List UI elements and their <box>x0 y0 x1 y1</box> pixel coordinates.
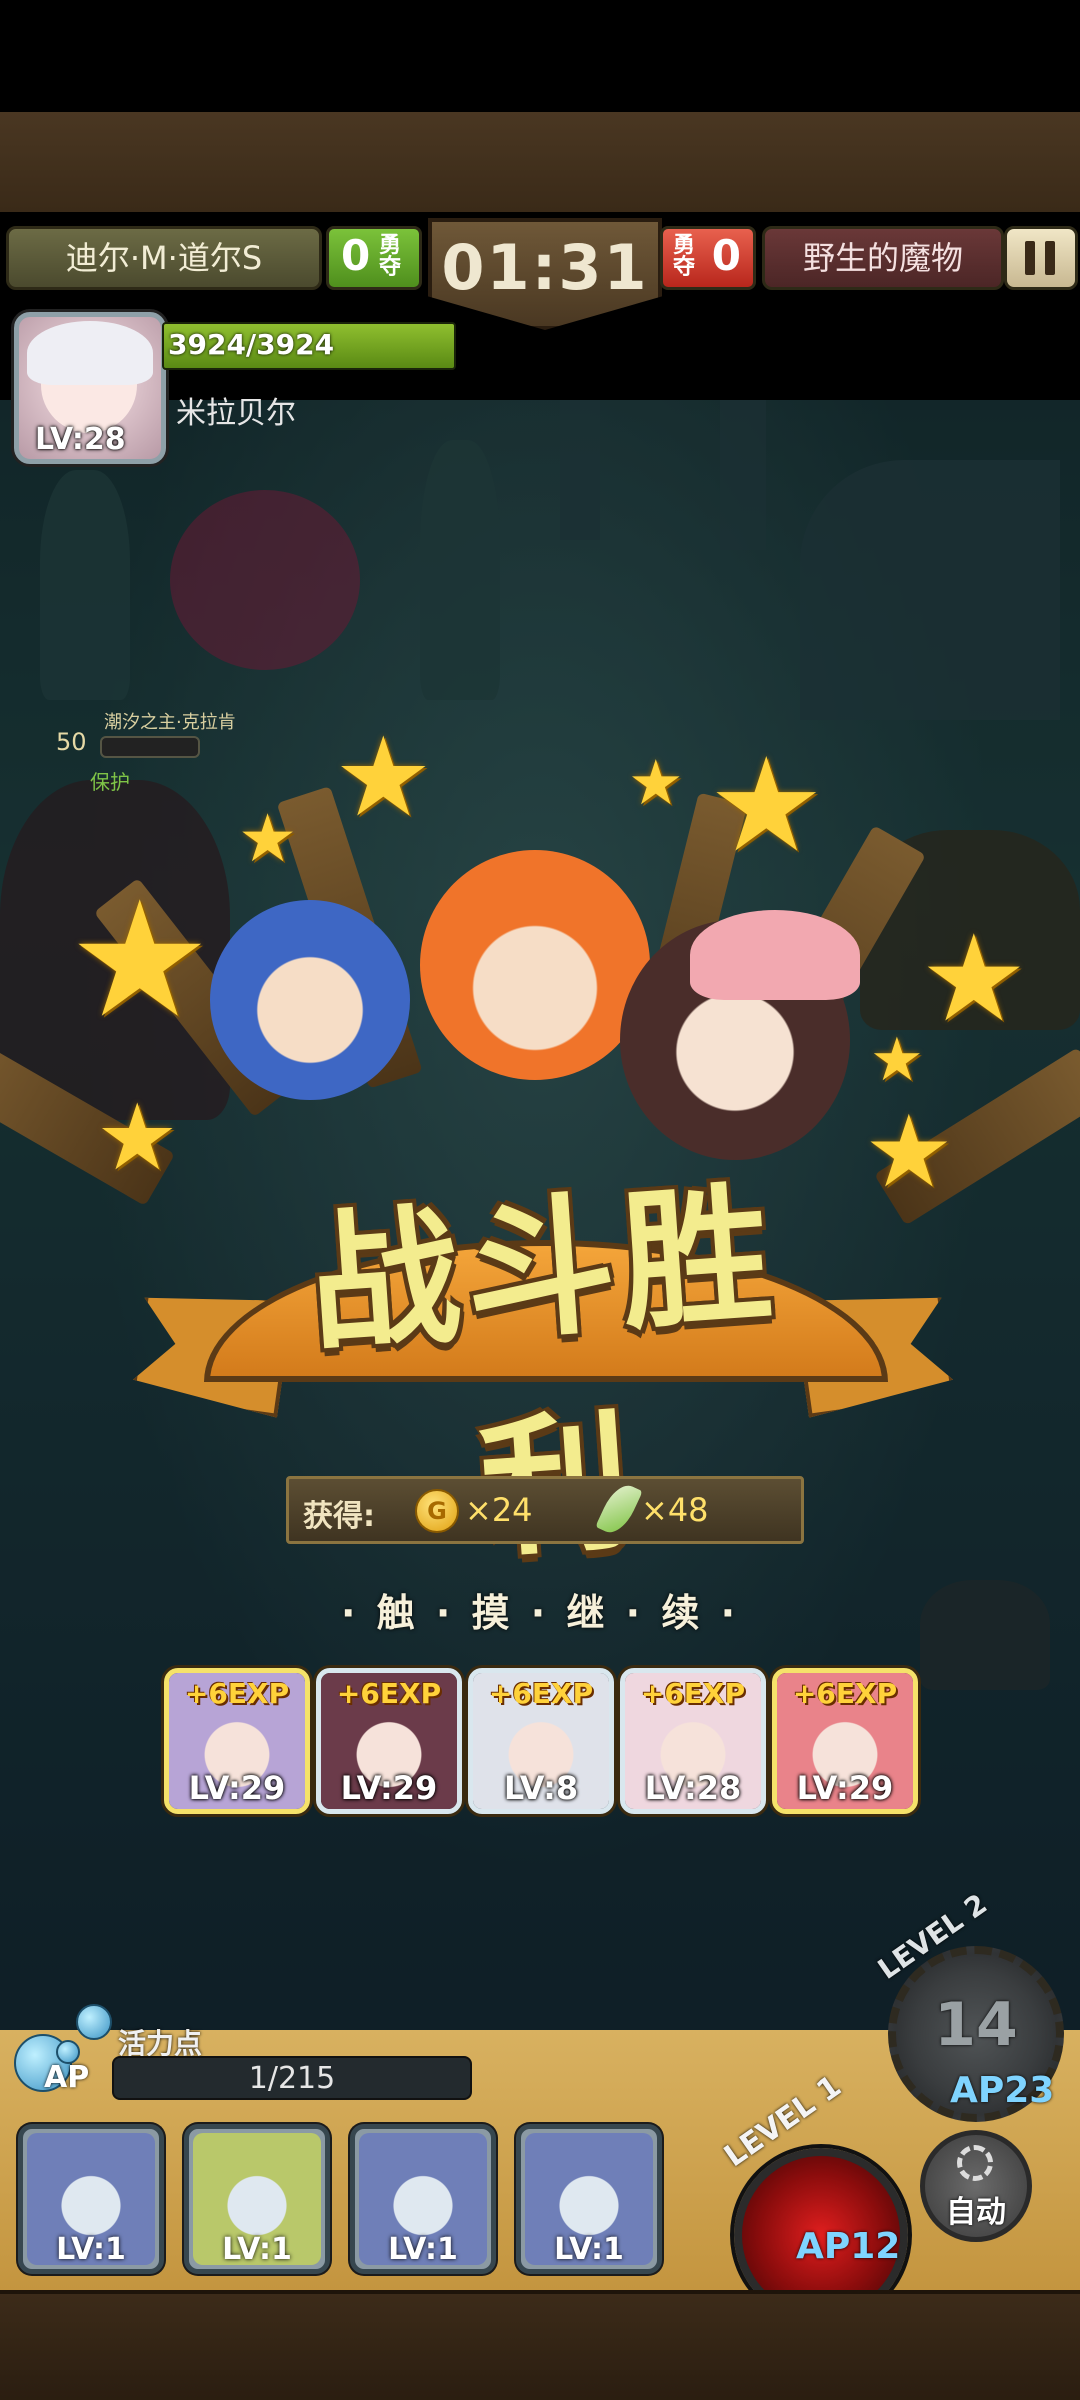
pause-icon <box>1025 241 1035 275</box>
exp-gain: +6EXP <box>336 1677 442 1710</box>
party-member-level: LV:29 <box>188 1769 286 1807</box>
hero-avatar[interactable]: LV:28 <box>14 312 166 464</box>
unit-level: LV:1 <box>388 2232 458 2267</box>
player-score-value: 0 <box>341 231 371 280</box>
party-member-card: +6EXP LV:8 <box>468 1668 614 1814</box>
gear-countdown: 14 <box>934 1990 1018 2060</box>
coin-amount: ×24 <box>465 1491 533 1529</box>
level2-ap-cost: AP23 <box>950 2070 1055 2111</box>
level1-ap-cost: AP12 <box>796 2226 901 2267</box>
party-member-level: LV:29 <box>340 1769 438 1807</box>
wood-frame-bottom <box>0 2290 1080 2400</box>
unit-card[interactable]: LV:1 <box>516 2124 662 2274</box>
hero-name: 米拉贝尔 <box>176 396 296 431</box>
chibi-orange-hair-boy <box>420 850 650 1080</box>
auto-battle-button[interactable]: 自动 <box>920 2130 1032 2242</box>
gold-coin-icon: G <box>415 1489 459 1533</box>
enemy-name-plate: 野生的魔物 <box>762 226 1004 290</box>
star-icon: ★ <box>920 910 1028 1049</box>
hero-level: LV:28 <box>35 422 126 457</box>
status-bar-area <box>0 0 1080 112</box>
tap-to-continue[interactable]: · 触 · 摸 · 继 · 续 · <box>330 1582 750 1637</box>
unit-level: LV:1 <box>56 2232 126 2267</box>
enemy-score: 勇夺 0 <box>660 226 756 290</box>
pink-beret <box>690 910 860 1000</box>
unit-card[interactable]: LV:1 <box>184 2124 330 2274</box>
party-member-card: +6EXP LV:29 <box>772 1668 918 1814</box>
pause-button[interactable] <box>1004 226 1078 290</box>
unit-level: LV:1 <box>554 2232 624 2267</box>
star-icon: ★ <box>708 729 825 881</box>
star-icon: ★ <box>864 1093 954 1210</box>
exp-gain: +6EXP <box>488 1677 594 1710</box>
boss-status: 保护 <box>90 770 130 794</box>
pause-icon <box>1045 241 1055 275</box>
player-score: 0 勇夺 <box>326 226 422 290</box>
party-member-level: LV:8 <box>503 1769 579 1807</box>
star-icon: ★ <box>334 713 433 841</box>
hero-hp-text: 3924/3924 <box>168 328 335 361</box>
score-label: 勇夺 <box>673 233 696 280</box>
game-screen[interactable]: 潮汐之主·克拉肯 50 保护 迪尔·M·道尔S 0 勇夺 01:31 勇夺 0 … <box>0 0 1080 2400</box>
gear-icon <box>957 2145 993 2181</box>
ap-label: AP <box>44 2060 90 2095</box>
chibi-cat-girl <box>210 900 410 1100</box>
star-icon: ★ <box>68 866 212 1053</box>
boss-title: 潮汐之主·克拉肯 <box>104 712 236 733</box>
star-icon: ★ <box>238 800 298 877</box>
party-member-level: LV:29 <box>796 1769 894 1807</box>
star-icon: ★ <box>96 1084 179 1191</box>
unit-card[interactable]: LV:1 <box>350 2124 496 2274</box>
exp-gain: +6EXP <box>792 1677 898 1710</box>
hero-hp-bar: 3924/3924 <box>162 322 456 370</box>
player-name-plate: 迪尔·M·道尔S <box>6 226 322 290</box>
wood-frame-top <box>0 112 1080 216</box>
unit-card[interactable]: LV:1 <box>18 2124 164 2274</box>
feather-icon <box>595 1479 643 1539</box>
exp-gain: +6EXP <box>184 1677 290 1710</box>
boss-level: 50 <box>56 728 87 756</box>
hero-hair <box>27 321 153 385</box>
reward-bar: 获得: G ×24 ×48 <box>286 1476 804 1544</box>
star-icon: ★ <box>628 746 684 819</box>
unit-level: LV:1 <box>222 2232 292 2267</box>
party-member-card: +6EXP LV:28 <box>620 1668 766 1814</box>
ap-bar: 1/215 <box>112 2056 472 2100</box>
star-icon: ★ <box>870 1025 924 1095</box>
feather-amount: ×48 <box>641 1491 709 1529</box>
ap-value: 1/215 <box>248 2061 336 2096</box>
reward-label: 获得: <box>303 1499 375 1534</box>
score-label: 勇夺 <box>379 233 402 280</box>
boss-hp-bar <box>100 736 200 758</box>
party-member-card: +6EXP LV:29 <box>164 1668 310 1814</box>
party-member-card: +6EXP LV:29 <box>316 1668 462 1814</box>
enemy-score-value: 0 <box>711 231 741 280</box>
party-member-level: LV:28 <box>644 1769 742 1807</box>
exp-gain: +6EXP <box>640 1677 746 1710</box>
auto-label: 自动 <box>946 2195 1006 2230</box>
